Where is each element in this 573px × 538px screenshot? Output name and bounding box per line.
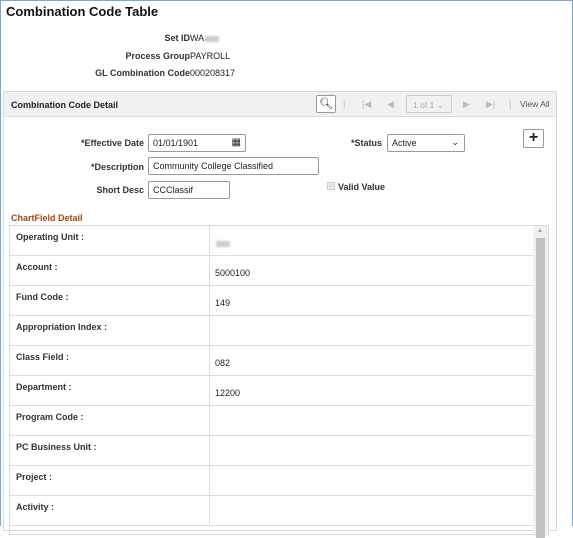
row-value bbox=[210, 406, 220, 430]
next-page-icon[interactable]: ▶ bbox=[463, 99, 470, 110]
panel-title: Combination Code Detail bbox=[11, 100, 119, 110]
page-select-text: 1 of 1 bbox=[413, 100, 435, 110]
chevron-down-icon: ⌄ bbox=[451, 137, 459, 147]
table-row: Appropriation Index : bbox=[10, 316, 533, 346]
row-label: Program Code : bbox=[10, 406, 210, 436]
valid-value-label: Valid Value bbox=[338, 182, 386, 192]
divider: | bbox=[509, 99, 512, 109]
prev-page-icon[interactable]: ◀ bbox=[387, 99, 394, 110]
row-label: PC Business Unit : bbox=[10, 436, 210, 466]
table-row: Program Code : bbox=[10, 406, 533, 436]
row-label: Department : bbox=[10, 376, 210, 406]
process-group-value: PAYROLL bbox=[190, 51, 231, 61]
effective-date-label: *Effective Date bbox=[80, 138, 144, 148]
table-row: Activity : bbox=[10, 496, 533, 526]
table-row: PC Business Unit : bbox=[10, 436, 533, 466]
chartfield-grid: Operating Unit : Account : 5000100 Fund C… bbox=[9, 225, 549, 538]
status-value: Active bbox=[392, 138, 417, 148]
divider: | bbox=[343, 99, 346, 109]
page-select[interactable]: 1 of 1 ⌄ bbox=[406, 95, 452, 113]
add-row-button[interactable]: + bbox=[523, 129, 544, 148]
row-value bbox=[210, 316, 220, 340]
table-row: Fund Code : 149 bbox=[10, 286, 533, 316]
short-desc-input[interactable]: CCClassif bbox=[148, 181, 230, 199]
table-row: Department : 12200 bbox=[10, 376, 533, 406]
status-select[interactable]: Active ⌄ bbox=[387, 134, 465, 152]
table-row: Operating Unit : bbox=[10, 226, 533, 256]
page-title: Combination Code Table bbox=[6, 4, 159, 19]
description-label: *Description bbox=[90, 162, 144, 172]
row-value bbox=[210, 496, 220, 520]
row-label: Operating Unit : bbox=[10, 226, 210, 256]
plus-icon: + bbox=[528, 129, 539, 146]
redacted-blur bbox=[216, 240, 230, 247]
scrollbar[interactable]: ▲ bbox=[533, 226, 548, 538]
valid-value-checkbox[interactable]: ✓ bbox=[327, 182, 335, 190]
row-value: 12200 bbox=[215, 388, 241, 398]
gl-code-value: 000208317 bbox=[190, 68, 236, 78]
row-value: 082 bbox=[215, 358, 231, 368]
gl-code-label: GL Combination Code bbox=[95, 68, 190, 78]
table-row: Project : bbox=[10, 466, 533, 496]
chartfield-detail-title: ChartField Detail bbox=[11, 213, 83, 223]
first-page-icon[interactable]: |◀ bbox=[362, 99, 371, 110]
scrollbar-thumb[interactable] bbox=[536, 238, 545, 538]
row-value: 5000100 bbox=[215, 268, 251, 278]
row-label: Account : bbox=[10, 256, 210, 286]
search-icon[interactable]: 🔍︎ bbox=[316, 95, 336, 113]
set-id-value: WA bbox=[190, 33, 220, 43]
effective-date-input[interactable]: 01/01/1901 ▦ bbox=[148, 134, 246, 152]
row-value: 149 bbox=[215, 298, 231, 308]
set-id-text: WA bbox=[190, 33, 205, 43]
short-desc-label: Short Desc bbox=[96, 185, 144, 195]
effective-date-value: 01/01/1901 bbox=[153, 138, 199, 148]
row-label: Class Field : bbox=[10, 346, 210, 376]
row-value bbox=[210, 436, 220, 460]
table-row: Class Field : 082 bbox=[10, 346, 533, 376]
row-value bbox=[210, 466, 220, 490]
panel-header: Combination Code Detail 🔍︎ | |◀ ◀ 1 of 1… bbox=[4, 92, 556, 117]
view-all-link[interactable]: View All bbox=[520, 99, 550, 109]
table-row: Account : 5000100 bbox=[10, 256, 533, 286]
row-label: Fund Code : bbox=[10, 286, 210, 316]
redacted-blur bbox=[205, 35, 220, 42]
description-input[interactable]: Community College Classified bbox=[148, 157, 319, 175]
row-label: Project : bbox=[10, 466, 210, 496]
set-id-label: Set ID bbox=[164, 33, 190, 43]
row-value bbox=[210, 226, 235, 260]
process-group-label: Process Group bbox=[125, 51, 190, 61]
row-label: Appropriation Index : bbox=[10, 316, 210, 346]
scroll-up-icon[interactable]: ▲ bbox=[537, 228, 543, 234]
last-page-icon[interactable]: ▶| bbox=[486, 99, 495, 110]
row-label: Activity : bbox=[10, 496, 210, 526]
status-label: *Status bbox=[350, 138, 382, 148]
calendar-icon[interactable]: ▦ bbox=[232, 137, 241, 148]
combination-code-detail-panel: Combination Code Detail 🔍︎ | |◀ ◀ 1 of 1… bbox=[3, 91, 557, 538]
